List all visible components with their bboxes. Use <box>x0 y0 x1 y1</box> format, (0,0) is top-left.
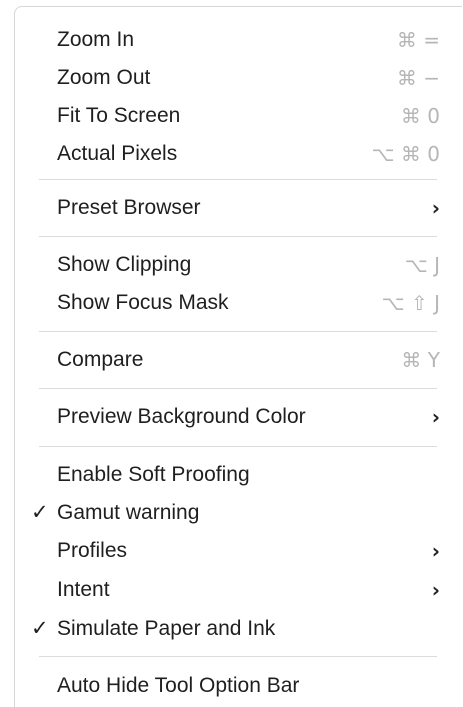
menu-item-label: Preview Background Color <box>57 405 306 428</box>
menu-item-intent[interactable]: Intent › <box>15 571 462 609</box>
menu-item-label: Zoom In <box>57 28 135 51</box>
menu-item-label: Fit To Screen <box>57 104 181 127</box>
chevron-right-icon: › <box>431 578 440 602</box>
menu-item-simulate-paper-and-ink[interactable]: ✓ Simulate Paper and Ink <box>15 610 462 648</box>
menu-item-auto-hide-tool-option-bar[interactable]: Auto Hide Tool Option Bar <box>15 667 462 705</box>
menu-item-preview-background-color[interactable]: Preview Background Color › <box>15 398 462 436</box>
menu-item-label: Preset Browser <box>57 196 201 219</box>
keyboard-shortcut: ⌘ 0 <box>400 104 440 128</box>
menu-item-actual-pixels[interactable]: Actual Pixels ⌥ ⌘ 0 <box>15 135 462 173</box>
menu-item-label: Actual Pixels <box>57 142 178 165</box>
checkmark-icon: ✓ <box>31 501 49 524</box>
keyboard-shortcut: ⌘ − <box>396 66 440 90</box>
menu-item-profiles[interactable]: Profiles › <box>15 532 462 570</box>
menu-item-label: Show Clipping <box>57 253 192 276</box>
keyboard-shortcut: ⌥ J <box>404 253 440 277</box>
menu-item-label: Show Focus Mask <box>57 291 229 314</box>
menu-item-zoom-out[interactable]: Zoom Out ⌘ − <box>15 59 462 97</box>
menu-item-label: Enable Soft Proofing <box>57 463 250 486</box>
menu-separator <box>39 388 437 389</box>
menu-item-label: Gamut warning <box>57 501 200 524</box>
menu-item-label: Auto Hide Tool Option Bar <box>57 674 300 697</box>
keyboard-shortcut: ⌘ Y <box>401 348 440 372</box>
menu-item-label: Profiles <box>57 539 128 562</box>
chevron-right-icon: › <box>431 539 440 563</box>
menu-item-label: Intent <box>57 578 110 601</box>
menu-item-fit-to-screen[interactable]: Fit To Screen ⌘ 0 <box>15 97 462 135</box>
menu-item-enable-soft-proofing[interactable]: Enable Soft Proofing <box>15 456 462 494</box>
menu-separator <box>39 236 437 237</box>
chevron-right-icon: › <box>431 405 440 429</box>
menu-item-show-focus-mask[interactable]: Show Focus Mask ⌥ ⇧ J <box>15 284 462 322</box>
menu-item-label: Zoom Out <box>57 66 151 89</box>
menu-separator <box>39 656 437 657</box>
checkmark-icon: ✓ <box>31 617 49 640</box>
keyboard-shortcut: ⌘ = <box>396 28 440 52</box>
menu-separator <box>39 446 437 447</box>
context-menu: Zoom In ⌘ = Zoom Out ⌘ − Fit To Screen ⌘… <box>14 6 462 707</box>
menu-item-zoom-in[interactable]: Zoom In ⌘ = <box>15 21 462 59</box>
keyboard-shortcut: ⌥ ⌘ 0 <box>371 142 441 166</box>
menu-item-preset-browser[interactable]: Preset Browser › <box>15 189 462 227</box>
menu-item-gamut-warning[interactable]: ✓ Gamut warning <box>15 494 462 532</box>
menu-separator <box>39 179 437 180</box>
menu-item-label: Compare <box>57 348 144 371</box>
menu-item-label: Simulate Paper and Ink <box>57 617 276 640</box>
menu-item-compare[interactable]: Compare ⌘ Y <box>15 341 462 379</box>
menu-separator <box>39 331 437 332</box>
chevron-right-icon: › <box>431 196 440 220</box>
keyboard-shortcut: ⌥ ⇧ J <box>381 291 440 315</box>
menu-item-show-clipping[interactable]: Show Clipping ⌥ J <box>15 246 462 284</box>
